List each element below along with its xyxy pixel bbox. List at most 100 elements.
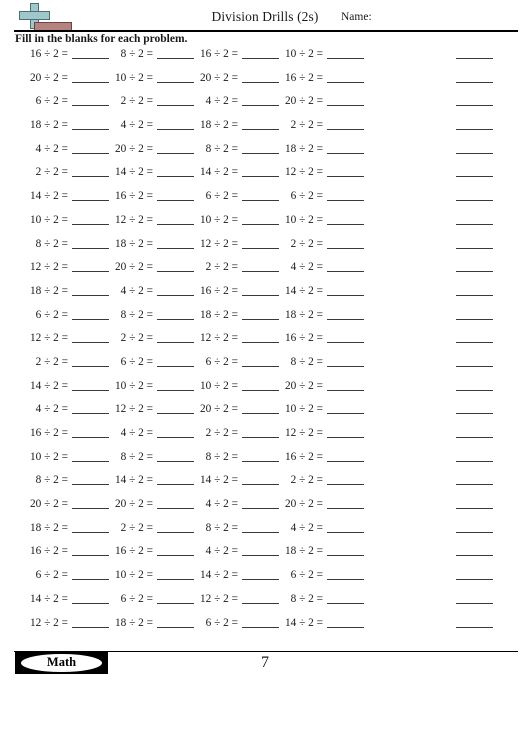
problem-expression: 8 ÷ 2 =: [120, 450, 153, 463]
answer-blank[interactable]: [327, 437, 364, 438]
answer-blank[interactable]: [327, 271, 364, 273]
problem-cell: 20 ÷ 2 =: [85, 497, 194, 517]
problem-expression: 14 ÷ 2 =: [200, 569, 238, 582]
problem-expression: 20 ÷ 2 =: [200, 71, 238, 84]
answer-blank[interactable]: [456, 508, 493, 510]
problem-cell: 6 ÷ 2 =: [85, 355, 194, 375]
problem-row: 10 ÷ 2 = 8 ÷ 2 = 8 ÷ 2 = 16 ÷ 2 =: [0, 450, 530, 474]
answer-blank[interactable]: [327, 602, 364, 604]
problem-cell: 4 ÷ 2 =: [85, 118, 194, 138]
problem-cell: 14 ÷ 2 =: [85, 165, 194, 185]
problem-expression: 8 ÷ 2 =: [290, 592, 323, 605]
problem-row: 14 ÷ 2 = 16 ÷ 2 = 6 ÷ 2 = 6 ÷ 2 =: [0, 189, 530, 213]
answer-blank[interactable]: [456, 602, 493, 604]
problem-cell: 20 ÷ 2 =: [255, 379, 364, 399]
problem-expression: 10 ÷ 2 =: [285, 403, 323, 416]
answer-blank[interactable]: [456, 365, 493, 367]
problem-expression: 6 ÷ 2 =: [120, 355, 153, 368]
problem-expression: 14 ÷ 2 =: [200, 474, 238, 487]
problem-cell: 4 ÷ 2 =: [170, 544, 279, 564]
problem-cell: 10 ÷ 2 =: [0, 450, 109, 470]
answer-blank[interactable]: [327, 555, 364, 557]
problem-expression: 16 ÷ 2 =: [285, 450, 323, 463]
problem-cell: 14 ÷ 2 =: [170, 568, 279, 588]
problem-expression: 16 ÷ 2 =: [200, 48, 238, 60]
answer-blank[interactable]: [327, 460, 364, 462]
answer-blank[interactable]: [456, 413, 493, 415]
answer-blank[interactable]: [327, 152, 364, 154]
answer-blank[interactable]: [456, 389, 493, 391]
answer-blank[interactable]: [327, 531, 364, 533]
problem-cell: 14 ÷ 2 =: [0, 592, 109, 612]
answer-blank[interactable]: [456, 555, 493, 557]
problem-cell: 2 ÷ 2 =: [255, 473, 364, 493]
answer-blank[interactable]: [456, 294, 493, 296]
problem-cell: 20 ÷ 2 =: [170, 402, 279, 422]
problem-cell: 18 ÷ 2 =: [85, 616, 194, 636]
problem-expression: 8 ÷ 2 =: [35, 474, 68, 487]
answer-blank[interactable]: [327, 342, 364, 344]
answer-blank[interactable]: [327, 294, 364, 296]
problem-cell: 16 ÷ 2 =: [0, 544, 109, 564]
problem-expression: 18 ÷ 2 =: [285, 142, 323, 155]
answer-blank[interactable]: [456, 152, 493, 154]
answer-blank[interactable]: [327, 365, 364, 367]
answer-blank[interactable]: [327, 58, 364, 59]
answer-blank[interactable]: [327, 81, 364, 83]
answer-blank[interactable]: [456, 531, 493, 533]
answer-blank[interactable]: [327, 318, 364, 320]
problem-cell: 16 ÷ 2 =: [0, 47, 109, 67]
answer-blank[interactable]: [327, 223, 364, 225]
answer-blank[interactable]: [456, 437, 493, 438]
problem-expression: 12 ÷ 2 =: [115, 403, 153, 416]
answer-blank[interactable]: [456, 223, 493, 225]
answer-blank[interactable]: [327, 129, 364, 131]
problem-expression: 18 ÷ 2 =: [115, 616, 153, 629]
answer-blank[interactable]: [327, 413, 364, 415]
problem-cell: 6 ÷ 2 =: [170, 616, 279, 636]
answer-blank[interactable]: [327, 176, 364, 178]
problem-cell: 10 ÷ 2 =: [85, 379, 194, 399]
problem-expression: 14 ÷ 2 =: [115, 474, 153, 487]
answer-blank[interactable]: [456, 247, 493, 249]
answer-blank[interactable]: [327, 200, 364, 202]
answer-blank[interactable]: [327, 579, 364, 581]
answer-blank[interactable]: [327, 389, 364, 391]
answer-blank[interactable]: [456, 129, 493, 131]
answer-blank[interactable]: [327, 247, 364, 249]
answer-blank[interactable]: [456, 81, 493, 83]
problem-cell: 10 ÷ 2 =: [85, 568, 194, 588]
problem-cell: 6 ÷ 2 =: [0, 94, 109, 114]
answer-blank[interactable]: [456, 176, 493, 178]
answer-blank[interactable]: [327, 484, 364, 486]
problem-row: 4 ÷ 2 = 20 ÷ 2 = 8 ÷ 2 = 18 ÷ 2 =: [0, 142, 530, 166]
answer-blank[interactable]: [456, 484, 493, 486]
answer-blank[interactable]: [456, 200, 493, 202]
problem-expression: 20 ÷ 2 =: [115, 498, 153, 511]
answer-blank[interactable]: [327, 626, 364, 628]
problem-cell: 16 ÷ 2 =: [170, 284, 279, 304]
problem-expression: 10 ÷ 2 =: [115, 569, 153, 582]
answer-blank[interactable]: [456, 318, 493, 320]
answer-blank[interactable]: [456, 58, 493, 59]
problem-cell: 14 ÷ 2 =: [255, 284, 364, 304]
answer-blank[interactable]: [456, 626, 493, 628]
answer-blank[interactable]: [456, 460, 493, 462]
answer-blank[interactable]: [456, 342, 493, 344]
problem-cell: 18 ÷ 2 =: [85, 237, 194, 257]
problem-cell: 12 ÷ 2 =: [85, 213, 194, 233]
problem-expression: 20 ÷ 2 =: [285, 498, 323, 511]
answer-blank[interactable]: [456, 579, 493, 581]
answer-blank[interactable]: [327, 508, 364, 510]
answer-blank[interactable]: [456, 105, 493, 107]
problem-row: 2 ÷ 2 = 6 ÷ 2 = 6 ÷ 2 = 8 ÷ 2 =: [0, 355, 530, 379]
problem-expression: 16 ÷ 2 =: [200, 284, 238, 297]
problem-row: 18 ÷ 2 = 4 ÷ 2 = 18 ÷ 2 = 2 ÷ 2 =: [0, 118, 530, 142]
problem-cell: 12 ÷ 2 =: [255, 165, 364, 185]
answer-blank[interactable]: [327, 105, 364, 107]
problem-cell: 12 ÷ 2 =: [170, 592, 279, 612]
problem-cell: 12 ÷ 2 =: [170, 237, 279, 257]
answer-blank[interactable]: [456, 271, 493, 273]
problem-row: 8 ÷ 2 = 14 ÷ 2 = 14 ÷ 2 = 2 ÷ 2 =: [0, 473, 530, 497]
problem-expression: 2 ÷ 2 =: [120, 332, 153, 345]
